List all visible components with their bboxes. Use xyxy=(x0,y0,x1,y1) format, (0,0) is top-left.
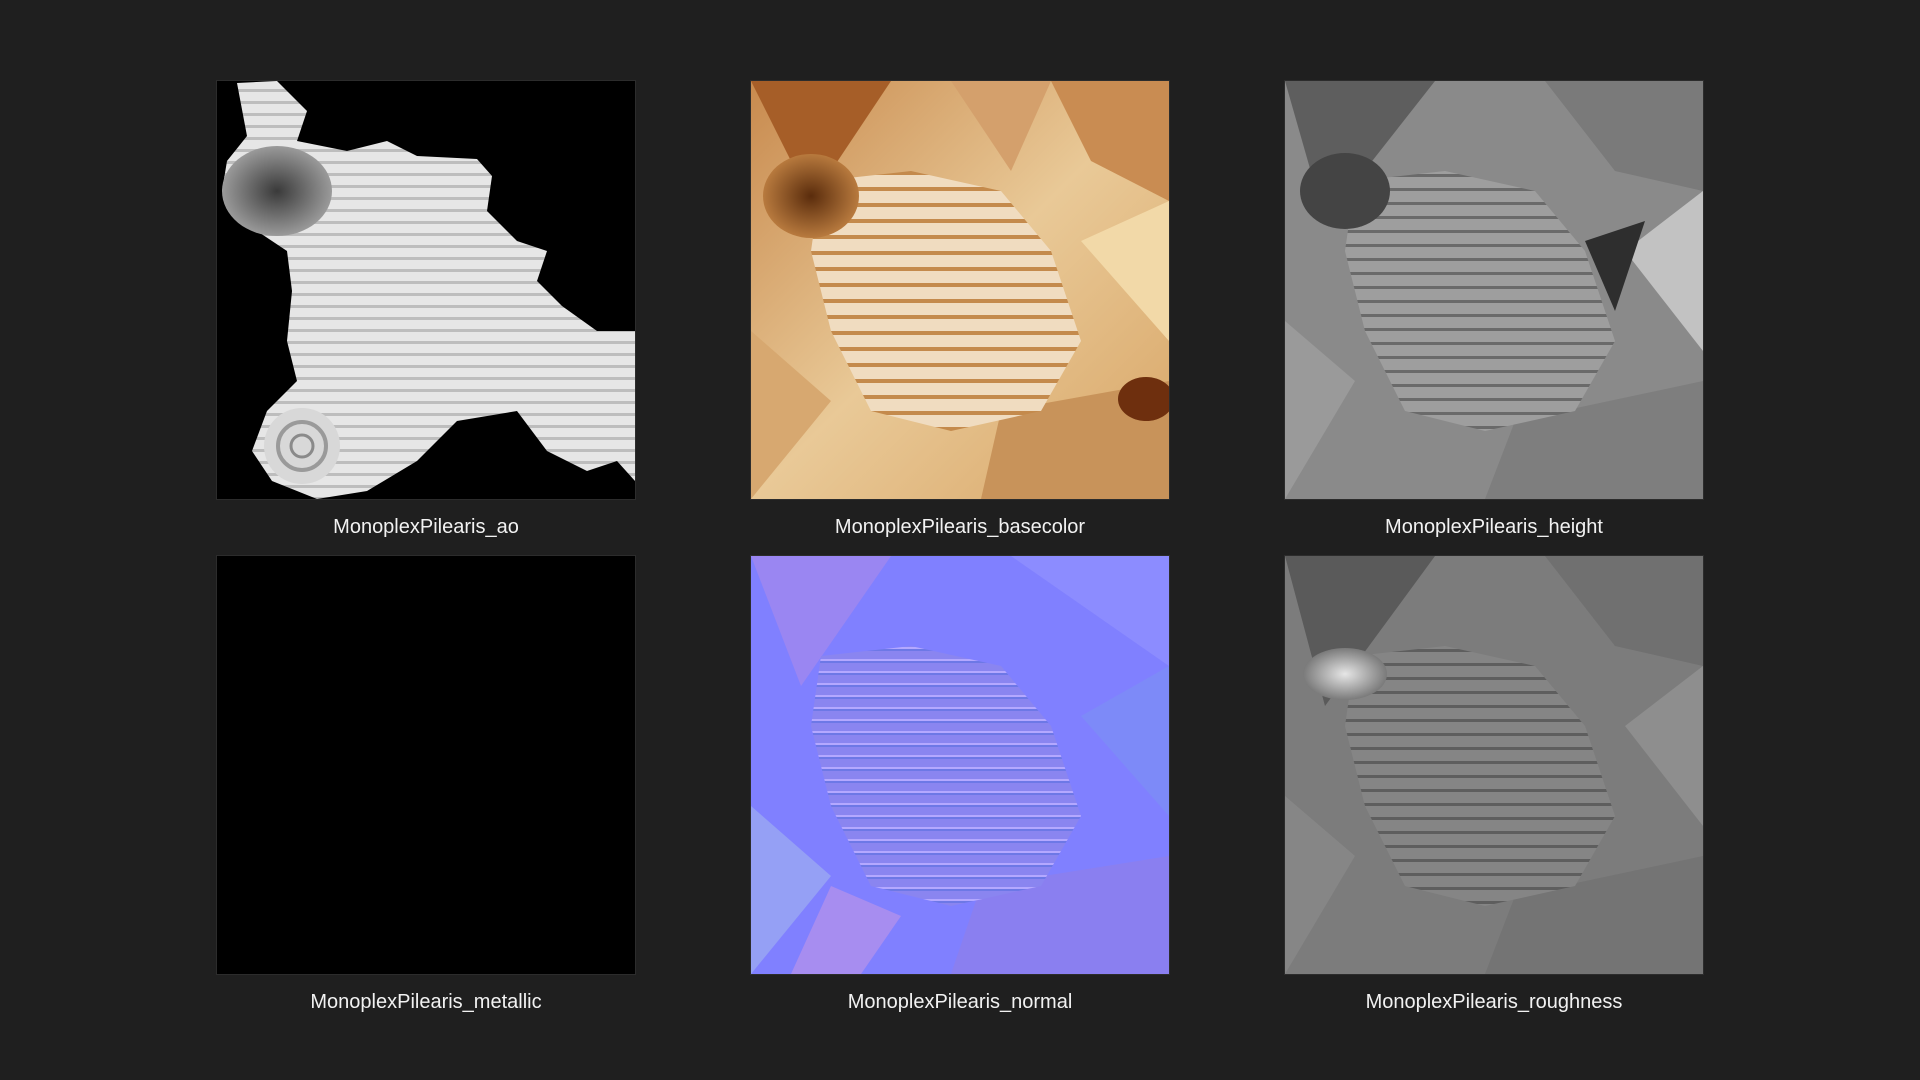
ao-texture-thumbnail[interactable] xyxy=(216,80,636,500)
file-tile-height[interactable]: MonoplexPilearis_height xyxy=(1284,80,1704,539)
normal-texture-thumbnail[interactable] xyxy=(750,555,1170,975)
file-name-label: MonoplexPilearis_roughness xyxy=(1365,991,1623,1013)
file-name-label: MonoplexPilearis_normal xyxy=(847,991,1073,1013)
file-tile-ao[interactable]: MonoplexPilearis_ao xyxy=(216,80,636,539)
height-texture-thumbnail[interactable] xyxy=(1284,80,1704,500)
file-name-label: MonoplexPilearis_metallic xyxy=(310,991,542,1013)
file-tile-roughness[interactable]: MonoplexPilearis_roughness xyxy=(1284,555,1704,1014)
basecolor-texture-thumbnail[interactable] xyxy=(750,80,1170,500)
file-tile-metallic[interactable]: MonoplexPilearis_metallic xyxy=(216,555,636,1014)
file-tile-basecolor[interactable]: MonoplexPilearis_basecolor xyxy=(750,80,1170,539)
texture-gallery: MonoplexPilearis_ao MonoplexPilearis_bas… xyxy=(0,0,1920,1080)
metallic-texture-thumbnail[interactable] xyxy=(216,555,636,975)
file-name-label: MonoplexPilearis_basecolor xyxy=(834,516,1086,538)
roughness-texture-thumbnail[interactable] xyxy=(1284,555,1704,975)
file-tile-normal[interactable]: MonoplexPilearis_normal xyxy=(750,555,1170,1014)
file-name-label: MonoplexPilearis_ao xyxy=(333,516,519,538)
file-name-label: MonoplexPilearis_height xyxy=(1385,516,1603,538)
